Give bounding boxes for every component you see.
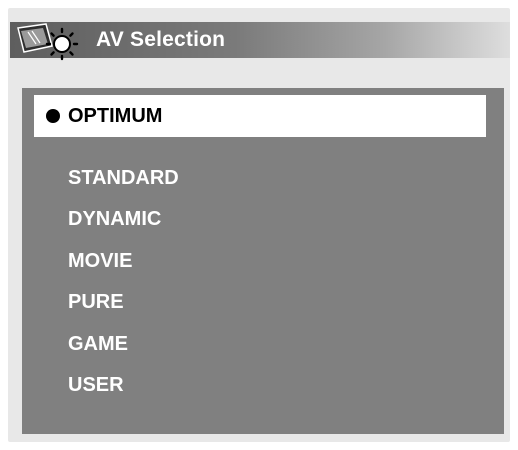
menu-item-dynamic[interactable]: DYNAMIC bbox=[22, 200, 504, 238]
menu-item-movie[interactable]: MOVIE bbox=[22, 242, 504, 280]
menu-item-label: MOVIE bbox=[68, 250, 133, 272]
menu-item-label: DYNAMIC bbox=[68, 208, 162, 230]
title-bar bbox=[10, 22, 510, 58]
menu-item-optimum[interactable]: OPTIMUM bbox=[34, 95, 486, 137]
av-selection-window: AV Selection OPTIMUM STANDARD DYNAMIC MO… bbox=[8, 8, 510, 442]
menu-item-label: USER bbox=[68, 374, 124, 396]
selected-bullet-icon bbox=[46, 109, 60, 123]
menu-item-pure[interactable]: PURE bbox=[22, 283, 504, 321]
menu-item-user[interactable]: USER bbox=[22, 366, 504, 404]
menu-item-game[interactable]: GAME bbox=[22, 325, 504, 363]
menu-item-standard[interactable]: STANDARD bbox=[22, 159, 504, 197]
window-title: AV Selection bbox=[96, 28, 226, 51]
av-mode-menu: OPTIMUM STANDARD DYNAMIC MOVIE PURE GAME… bbox=[22, 88, 504, 434]
menu-item-label: PURE bbox=[68, 291, 124, 313]
menu-item-label: GAME bbox=[68, 333, 128, 355]
menu-item-label: OPTIMUM bbox=[68, 105, 163, 127]
picture-settings-icon bbox=[17, 23, 79, 61]
menu-item-label: STANDARD bbox=[68, 167, 179, 189]
